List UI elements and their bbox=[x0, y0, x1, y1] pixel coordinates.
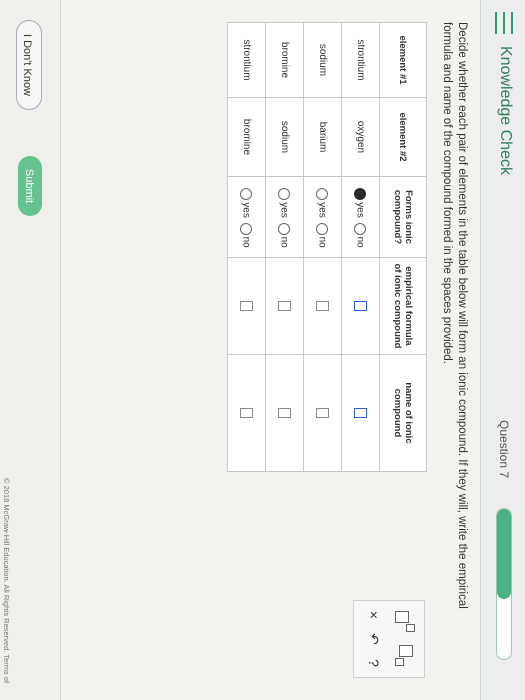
element-1-cell: bromine bbox=[265, 22, 304, 98]
copyright-text: © 2018 McGraw-Hill Education. All Rights… bbox=[2, 478, 11, 684]
table-row: bromine sodium yes no bbox=[265, 22, 304, 472]
element-1-cell: strontium bbox=[227, 22, 266, 98]
yes-label: yes bbox=[279, 202, 290, 218]
knowledge-check-screen: Knowledge Check Question 7 Decide whethe… bbox=[0, 0, 525, 700]
table-row: strontium oxygen yes no bbox=[341, 22, 380, 472]
name-input[interactable] bbox=[354, 408, 367, 418]
formula-input[interactable] bbox=[354, 301, 367, 311]
forms-ionic-cell: yes no bbox=[265, 176, 304, 258]
footer-bar: I Don't Know Submit © 2018 McGraw-Hill E… bbox=[0, 0, 61, 700]
col-header-compound-name: name of ionic compound bbox=[379, 354, 427, 472]
app-title: Knowledge Check bbox=[497, 46, 514, 175]
empirical-formula-cell bbox=[341, 257, 380, 355]
yes-radio[interactable] bbox=[240, 188, 253, 201]
no-label: no bbox=[279, 236, 290, 248]
element-2-cell: barium bbox=[303, 97, 342, 177]
compound-name-cell bbox=[227, 354, 266, 472]
yes-label: yes bbox=[355, 202, 366, 218]
col-header-element-1: element #1 bbox=[379, 22, 427, 98]
no-label: no bbox=[241, 236, 252, 248]
no-radio[interactable] bbox=[316, 222, 329, 235]
yes-radio[interactable] bbox=[354, 188, 367, 201]
forms-ionic-cell: yes no bbox=[303, 176, 342, 258]
yes-label: yes bbox=[241, 202, 252, 218]
element-1-cell: sodium bbox=[303, 22, 342, 98]
progress-bar bbox=[496, 508, 512, 660]
menu-icon[interactable] bbox=[493, 12, 515, 34]
formula-input[interactable] bbox=[316, 301, 329, 311]
no-label: no bbox=[355, 236, 366, 248]
empirical-formula-cell bbox=[227, 257, 266, 355]
yes-radio[interactable] bbox=[278, 188, 291, 201]
table-header-row: element #1 element #2 Forms ionic compou… bbox=[379, 22, 427, 472]
empirical-formula-cell bbox=[303, 257, 342, 355]
element-1-cell: strontium bbox=[341, 22, 380, 98]
no-radio[interactable] bbox=[240, 222, 253, 235]
undo-icon[interactable]: ↶ bbox=[362, 629, 382, 649]
top-bar: Knowledge Check Question 7 bbox=[480, 0, 525, 700]
yes-label: yes bbox=[317, 202, 328, 218]
element-2-cell: oxygen bbox=[341, 97, 380, 177]
table-row: sodium barium yes no bbox=[303, 22, 342, 472]
elements-table: element #1 element #2 Forms ionic compou… bbox=[227, 22, 427, 472]
superscript-icon[interactable] bbox=[394, 609, 416, 635]
col-header-empirical-formula: empirical formula of ionic compound bbox=[379, 257, 427, 355]
name-input[interactable] bbox=[316, 408, 329, 418]
subscript-icon[interactable] bbox=[394, 643, 416, 669]
col-header-forms-ionic: Forms ionic compound? bbox=[379, 176, 427, 258]
col-header-element-2: element #2 bbox=[379, 97, 427, 177]
help-icon[interactable]: ? bbox=[362, 653, 382, 673]
compound-name-cell bbox=[341, 354, 380, 472]
compound-name-cell bbox=[265, 354, 304, 472]
table-row: strontium bromine yes no bbox=[227, 22, 266, 472]
formula-input[interactable] bbox=[278, 301, 291, 311]
formula-tool-panel: × ↶ ? bbox=[353, 600, 425, 678]
empirical-formula-cell bbox=[265, 257, 304, 355]
compound-name-cell bbox=[303, 354, 342, 472]
element-2-cell: bromine bbox=[227, 97, 266, 177]
name-input[interactable] bbox=[278, 408, 291, 418]
yes-radio[interactable] bbox=[316, 188, 329, 201]
forms-ionic-cell: yes no bbox=[227, 176, 266, 258]
element-2-cell: sodium bbox=[265, 97, 304, 177]
name-input[interactable] bbox=[240, 408, 253, 418]
formula-input[interactable] bbox=[240, 301, 253, 311]
progress-fill bbox=[497, 509, 511, 599]
no-label: no bbox=[317, 236, 328, 248]
question-label: Question 7 bbox=[497, 420, 511, 479]
instructions-text: Decide whether each pair of elements in … bbox=[441, 22, 468, 609]
clear-icon[interactable]: × bbox=[362, 605, 382, 625]
dont-know-button[interactable]: I Don't Know bbox=[16, 20, 42, 110]
submit-button[interactable]: Submit bbox=[18, 156, 42, 216]
no-radio[interactable] bbox=[278, 222, 291, 235]
no-radio[interactable] bbox=[354, 222, 367, 235]
forms-ionic-cell: yes no bbox=[341, 176, 380, 258]
